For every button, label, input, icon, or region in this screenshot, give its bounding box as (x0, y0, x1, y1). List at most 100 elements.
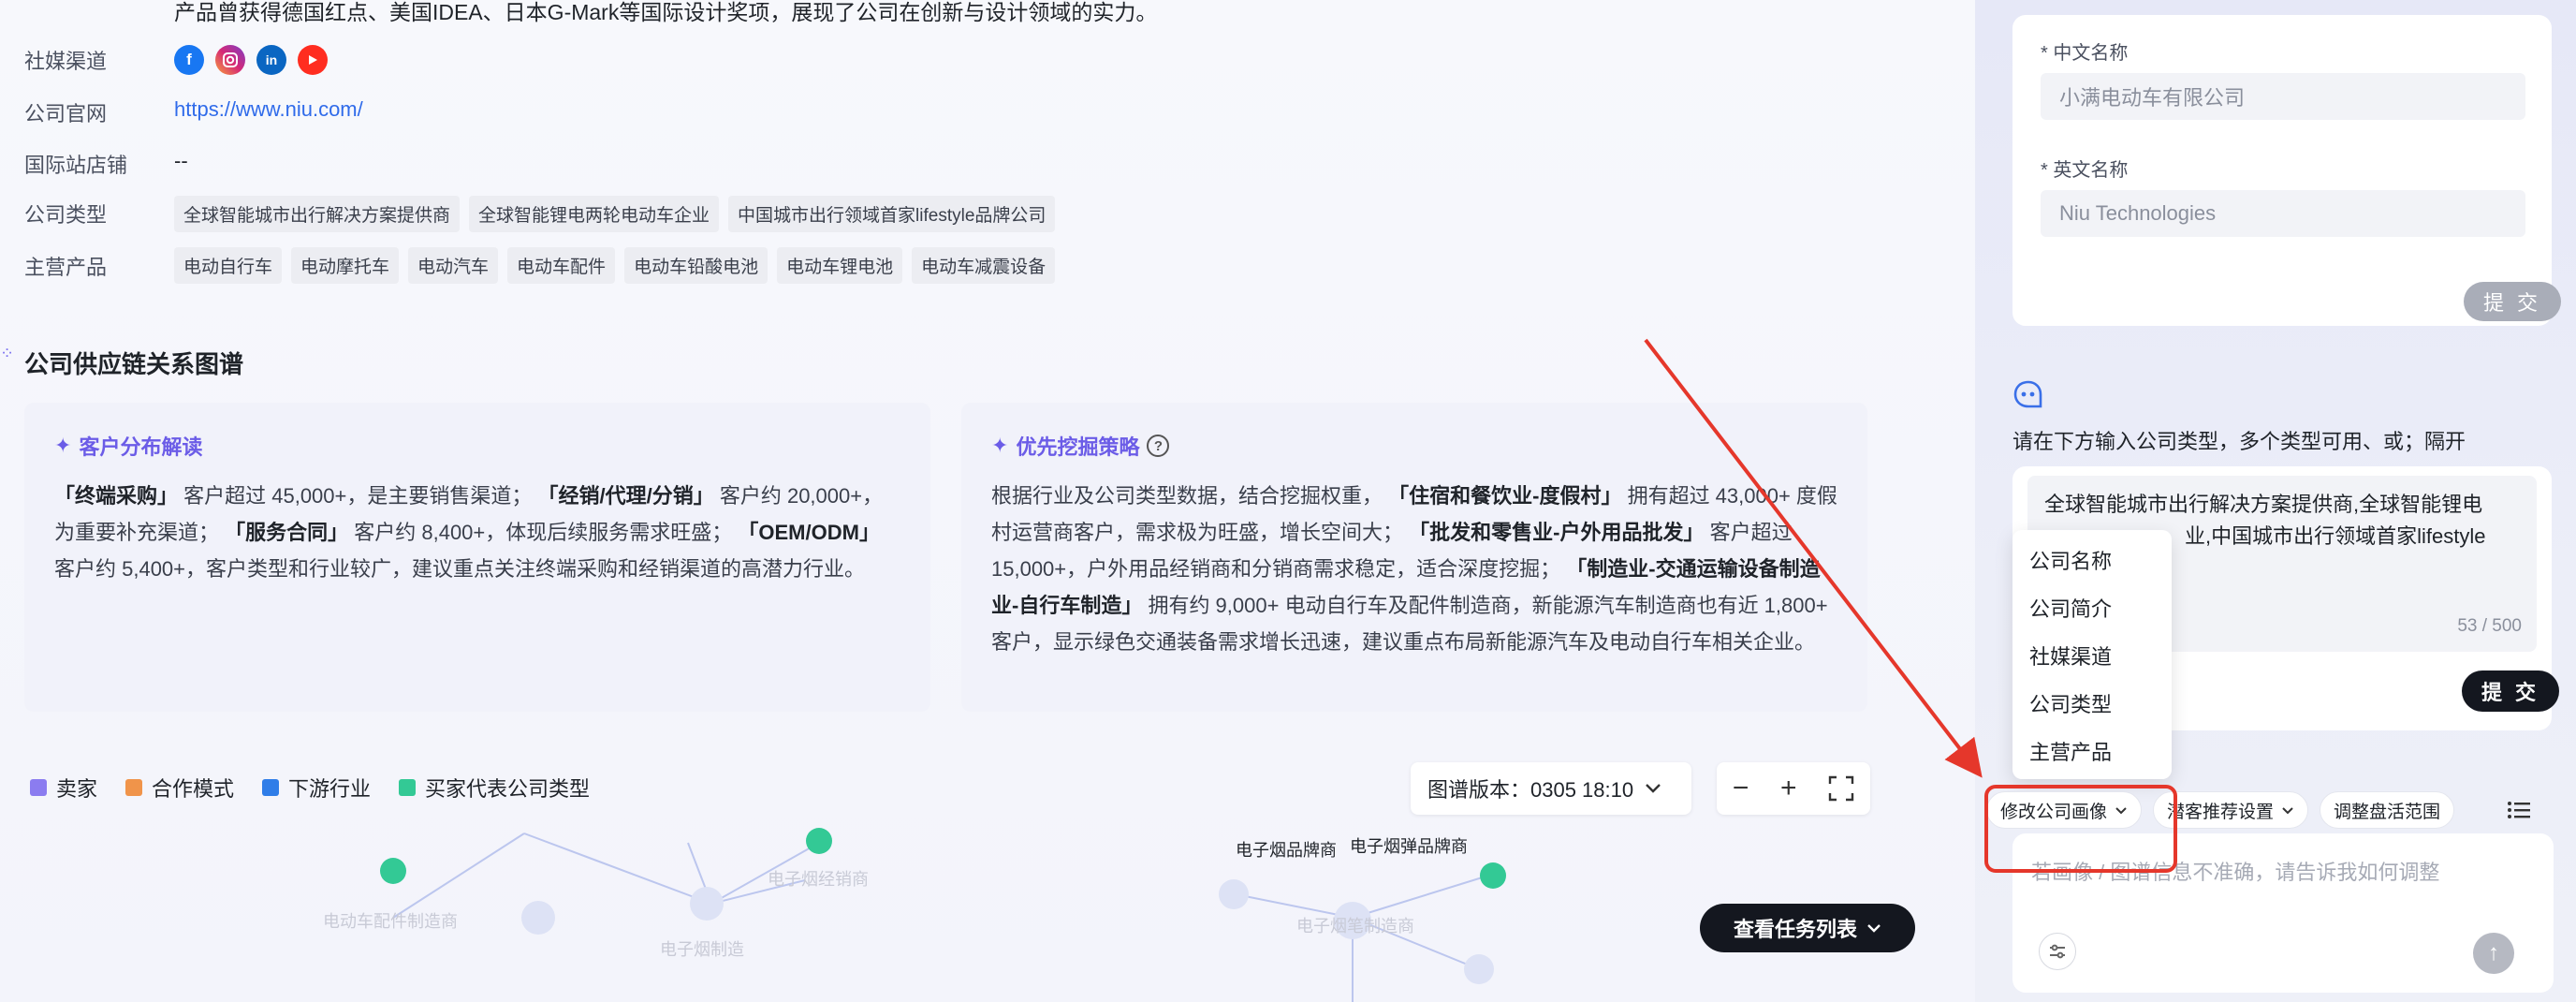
product-tag: 电动车铅酸电池 (624, 247, 768, 284)
zoom-out-icon[interactable]: − (1733, 773, 1749, 804)
legend-label: 下游行业 (288, 777, 372, 801)
menu-item-social-channels[interactable]: 社媒渠道 (2012, 631, 2172, 679)
menu-item-company-intro[interactable]: 公司简介 (2012, 583, 2172, 631)
segment-text: 根据行业及公司类型数据，结合挖掘权重， (991, 484, 1389, 508)
chip-label: 修改公司画像 (2000, 802, 2108, 822)
graph-node-label[interactable]: 电动车配件制造商 (323, 908, 458, 933)
segment-bold: 「经销/代理/分销」 (537, 484, 714, 508)
segment-bold: 「住宿和餐饮业-度假村」 (1388, 484, 1622, 508)
graph-node-label[interactable]: 电子烟制造 (660, 936, 744, 961)
segment-bold: 「批发和零售业-户外用品批发」 (1409, 521, 1705, 544)
legend-swatch (399, 779, 417, 796)
website-label: 公司官网 (24, 102, 108, 125)
segment-text: 客户超过 45,000+，是主要销售渠道； (178, 484, 538, 508)
customer-card-title-text: 客户分布解读 (79, 435, 203, 459)
facebook-icon[interactable]: f (174, 45, 204, 75)
legend-swatch (30, 779, 47, 796)
legend-item-buyer-type[interactable]: 买家代表公司类型 (399, 773, 590, 803)
segment-text: 客户约 8,400+，体现后续服务需求旺盛； (348, 521, 739, 544)
settings-slider-icon[interactable] (2039, 933, 2076, 970)
section-marker-icon: ⁘ (0, 344, 15, 362)
chat-input-placeholder: 若画像 / 图谱信息不准确，请告诉我如何调整 (2031, 861, 2440, 884)
submit-button[interactable]: 提 交 (2462, 670, 2559, 712)
graph-node-label[interactable]: 电子烟品牌商 (1236, 837, 1337, 862)
supply-chain-graph[interactable]: 电子烟品牌商 电子烟弹品牌商 电子烟经销商 电子烟制造 电子烟笔制造商 电动车配… (0, 824, 1975, 1002)
graph-node-label[interactable]: 电子烟弹品牌商 (1350, 833, 1468, 858)
adjust-scope-chip[interactable]: 调整盘活范围 (2320, 791, 2455, 829)
youtube-icon[interactable] (298, 45, 328, 75)
product-tag: 电动摩托车 (291, 247, 400, 284)
social-label: 社媒渠道 (24, 50, 108, 73)
customer-distribution-card: ✦ 客户分布解读 「终端采购」 客户超过 45,000+，是主要销售渠道； 「经… (24, 403, 930, 712)
linkedin-icon[interactable]: in (256, 45, 286, 75)
chevron-down-icon (2115, 806, 2127, 814)
zoom-in-icon[interactable]: + (1780, 773, 1797, 804)
main-product-tags: 电动自行车 电动摩托车 电动汽车 电动车配件 电动车铅酸电池 电动车锂电池 电动… (174, 247, 1056, 284)
graph-node-label[interactable]: 电子烟经销商 (768, 866, 869, 891)
company-intro-text: 产品曾获得德国红点、美国IDEA、日本G-Mark等国际设计奖项，展现了公司在创… (174, 0, 1158, 24)
sparkle-icon: ✦ (991, 434, 1009, 457)
product-tag: 电动车配件 (507, 247, 616, 284)
legend-item-seller[interactable]: 卖家 (30, 773, 97, 803)
view-task-list-button[interactable]: 查看任务列表 (1700, 904, 1915, 952)
social-icons: f in (174, 45, 328, 75)
menu-item-main-products[interactable]: 主营产品 (2012, 727, 2172, 774)
chevron-down-icon (2282, 806, 2293, 814)
product-tag: 电动自行车 (174, 247, 283, 284)
intl-store-value: -- (174, 149, 188, 172)
product-tag: 电动车减震设备 (912, 247, 1056, 284)
strategy-card-body: 根据行业及公司类型数据，结合挖掘权重， 「住宿和餐饮业-度假村」 拥有超过 43… (991, 478, 1837, 660)
chat-input-box[interactable]: 若画像 / 图谱信息不准确，请告诉我如何调整 ↑ (2012, 833, 2554, 993)
chevron-down-icon (1646, 784, 1661, 793)
char-count: 53 / 500 (2457, 616, 2522, 636)
sparkle-icon: ✦ (54, 434, 72, 457)
company-type-tags: 全球智能城市出行解决方案提供商 全球智能锂电两轮电动车企业 中国城市出行领域首家… (174, 196, 1056, 232)
legend-swatch (125, 779, 143, 796)
legend-item-downstream[interactable]: 下游行业 (262, 773, 371, 803)
website-link[interactable]: https://www.niu.com/ (174, 97, 363, 122)
company-type-label: 公司类型 (24, 203, 108, 227)
product-tag: 电动车锂电池 (777, 247, 903, 284)
legend-item-cooperation[interactable]: 合作模式 (125, 773, 234, 803)
modify-profile-chip[interactable]: 修改公司画像 (1986, 791, 2143, 829)
legend-label: 卖家 (56, 777, 98, 801)
segment-bold: 「OEM/ODM」 (738, 521, 880, 544)
send-arrow-icon[interactable]: ↑ (2473, 933, 2514, 974)
assistant-instruction: 请在下方输入公司类型，多个类型可用、或；隔开 (2012, 430, 2466, 453)
graph-version-select[interactable]: 图谱版本：0305 18:10 (1411, 762, 1691, 815)
en-name-input[interactable]: Niu Technologies (2041, 190, 2525, 237)
product-tag: 电动汽车 (408, 247, 499, 284)
graph-version-label: 图谱版本：0305 18:10 (1427, 778, 1634, 802)
legend-label: 合作模式 (152, 777, 235, 801)
intl-store-label: 国际站店铺 (24, 154, 128, 177)
modify-profile-dropdown: 公司名称 公司简介 社媒渠道 公司类型 主营产品 (2012, 530, 2172, 779)
segment-bold: 「服务合同」 (225, 521, 349, 544)
graph-node-label[interactable]: 电子烟笔制造商 (1296, 913, 1414, 937)
help-icon[interactable]: ? (1147, 435, 1170, 457)
company-type-tag: 全球智能城市出行解决方案提供商 (174, 196, 461, 232)
chip-label: 调整盘活范围 (2334, 802, 2441, 822)
menu-item-company-type[interactable]: 公司类型 (2012, 679, 2172, 727)
cn-name-label: * 中文名称 (2041, 43, 2129, 64)
prospect-settings-chip[interactable]: 潜客推荐设置 (2153, 791, 2309, 829)
list-icon[interactable] (2505, 796, 2533, 824)
textarea-line: 全球智能城市出行解决方案提供商,全球智能锂电 (2044, 493, 2483, 516)
legend-label: 买家代表公司类型 (425, 777, 591, 801)
segment-bold: 「终端采购」 (54, 484, 179, 508)
company-type-tag: 全球智能锂电两轮电动车企业 (469, 196, 720, 232)
menu-item-company-name[interactable]: 公司名称 (2012, 536, 2172, 583)
instagram-icon[interactable] (215, 45, 245, 75)
strategy-card-title-text: 优先挖掘策略 (1016, 435, 1140, 459)
chevron-down-icon (1867, 924, 1881, 933)
cn-name-input[interactable]: 小满电动车有限公司 (2041, 73, 2525, 120)
submit-button-disabled[interactable]: 提 交 (2464, 282, 2561, 321)
assistant-bot-icon (2013, 380, 2042, 408)
main-content: 产品曾获得德国红点、美国IDEA、日本G-Mark等国际设计奖项，展现了公司在创… (0, 0, 1975, 1002)
company-type-tag: 中国城市出行领域首家lifestyle品牌公司 (728, 196, 1056, 232)
strategy-card-title: ✦ 优先挖掘策略 ? (991, 431, 1837, 461)
fullscreen-icon[interactable] (1828, 775, 1854, 802)
quick-action-chips: 修改公司画像 潜客推荐设置 调整盘活范围 (1986, 791, 2455, 829)
legend-swatch (262, 779, 280, 796)
customer-card-body: 「终端采购」 客户超过 45,000+，是主要销售渠道； 「经销/代理/分销」 … (54, 478, 900, 587)
supply-chain-title: 公司供应链关系图谱 (24, 350, 244, 378)
